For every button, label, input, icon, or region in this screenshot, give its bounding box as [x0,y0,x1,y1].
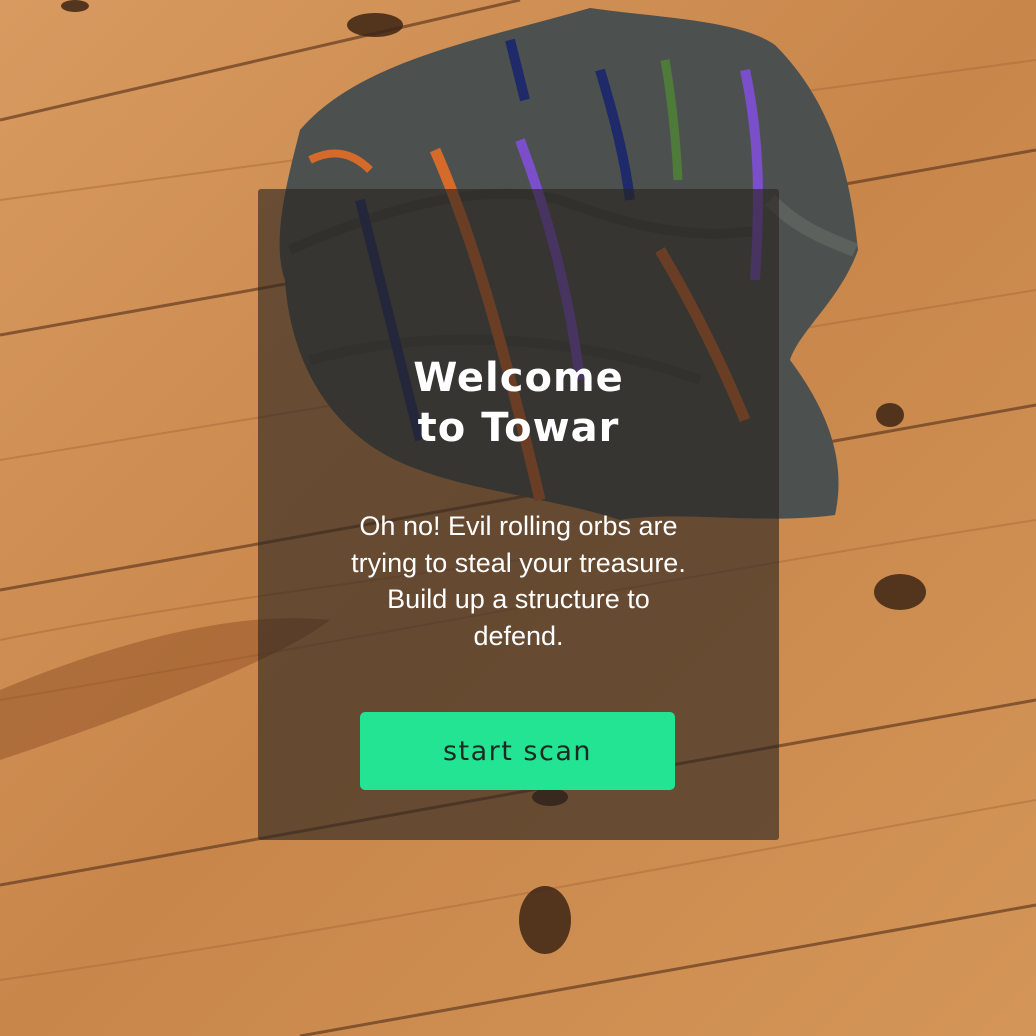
intro-message-line-1: Oh no! Evil rolling orbs are [359,511,678,541]
welcome-title-line-1: Welcome [413,355,624,401]
intro-message-line-3: Build up a structure to [387,584,650,614]
intro-message-line-2: trying to steal your treasure. [351,547,686,578]
welcome-title: Welcome to Towar [258,353,779,453]
welcome-dialog: Welcome to Towar Oh no! Evil rolling orb… [258,189,779,840]
welcome-title-line-2: to Towar [417,405,620,451]
start-scan-button[interactable]: start scan [360,712,675,790]
ar-camera-view: Welcome to Towar Oh no! Evil rolling orb… [0,0,1036,1036]
intro-message-line-4: defend. [473,620,564,651]
intro-message: Oh no! Evil rolling orbs are trying to s… [288,508,749,654]
